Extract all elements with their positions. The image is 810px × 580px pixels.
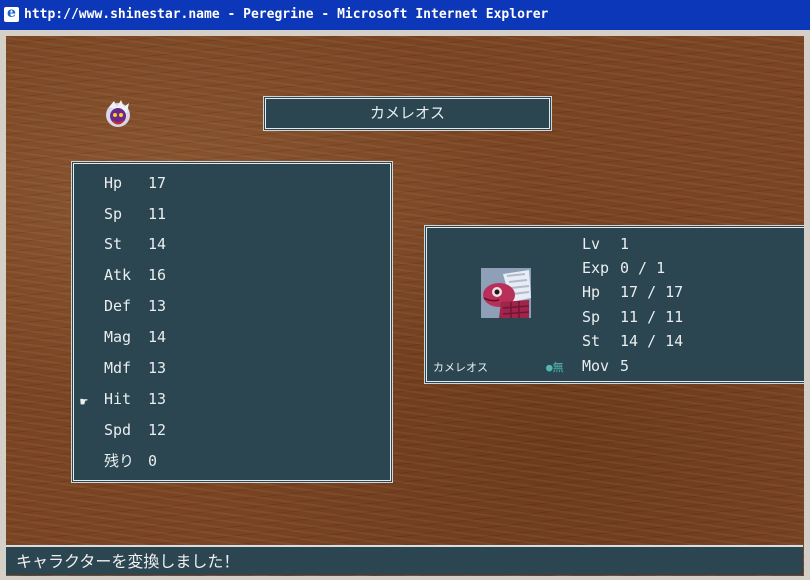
stat-row-atk[interactable]: Atk 16 xyxy=(104,263,166,287)
stat-row-hp[interactable]: Hp 17 xyxy=(104,171,166,195)
info-row-lv: Lv 1 xyxy=(582,235,630,253)
stat-row-sp[interactable]: Sp 11 xyxy=(104,202,166,226)
stats-panel: Hp 17 Sp 11 St 14 Atk 16 Def 13 Mag 14 Mdf 13 ☛… xyxy=(73,163,391,481)
window-title: http://www.shinestar.name - Peregrine - … xyxy=(24,7,549,22)
window-titlebar: http://www.shinestar.name - Peregrine - … xyxy=(0,0,810,30)
chameleon-portrait-icon xyxy=(481,268,531,318)
element-badge: ●無 xyxy=(546,361,564,374)
info-row-mov: Mov 5 xyxy=(582,357,630,375)
stat-row-st[interactable]: St 14 xyxy=(104,232,166,256)
game-screen: カメレオス Hp 17 Sp 11 St 14 Atk 16 Def 13 Mag 14 M… xyxy=(6,36,804,576)
stat-row-mag[interactable]: Mag 14 xyxy=(104,325,166,349)
info-row-sp: Sp 11 / 11 xyxy=(582,308,684,326)
info-row-hp: Hp 17 / 17 xyxy=(582,283,684,301)
stat-row-def[interactable]: Def 13 xyxy=(104,294,166,318)
character-sprite-icon[interactable] xyxy=(103,99,133,129)
stat-row-remaining[interactable]: 残り 0 xyxy=(104,449,157,473)
ie-icon xyxy=(4,5,19,22)
character-name: カメレオス xyxy=(369,104,445,122)
message-text: キャラクターを変換しました！ xyxy=(16,552,240,571)
info-row-exp: Exp 0 / 1 xyxy=(582,259,666,277)
message-box: キャラクターを変換しました！ xyxy=(6,545,803,575)
unit-name: カメレオス xyxy=(433,361,488,374)
stat-row-mdf[interactable]: Mdf 13 xyxy=(104,356,166,380)
stat-row-spd[interactable]: Spd 12 xyxy=(104,418,166,442)
character-name-panel: カメレオス xyxy=(265,98,550,129)
stat-row-hit[interactable]: ☛ Hit 13 xyxy=(80,387,166,411)
unit-info-panel: カメレオス ●無 Lv 1 Exp 0 / 1 Hp 17 / 17 Sp 11 / 1… xyxy=(426,227,804,382)
info-row-st: St 14 / 14 xyxy=(582,332,684,350)
pointing-hand-icon: ☛ xyxy=(80,395,88,410)
